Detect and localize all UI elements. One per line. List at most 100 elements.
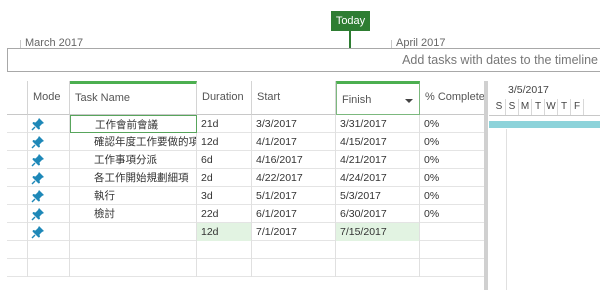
mode-cell[interactable] [28,115,70,133]
task-name-cell[interactable] [70,259,197,277]
finish-cell[interactable] [336,241,420,259]
table-row[interactable]: 各工作開始規劃細項 2d 4/22/2017 4/24/2017 0% [7,169,487,187]
day-header: T [558,99,571,115]
column-header-task-name[interactable]: Task Name [70,81,197,115]
finish-cell[interactable]: 4/24/2017 [336,169,420,187]
task-name-cell[interactable] [70,241,197,259]
table-row[interactable]: 工作事項分派 6d 4/16/2017 4/21/2017 0% [7,151,487,169]
table-row[interactable]: 12d 7/1/2017 7/15/2017 [7,223,487,241]
finish-cell[interactable]: 4/15/2017 [336,133,420,151]
timeline-placeholder: Add tasks with dates to the timeline [402,53,598,67]
mode-cell[interactable] [28,259,70,277]
complete-cell[interactable]: 0% [420,205,487,223]
column-header-complete[interactable]: % Complete [420,81,487,115]
complete-cell[interactable]: 0% [420,169,487,187]
day-header: W [545,99,558,115]
manual-schedule-pin-icon [31,189,45,203]
complete-cell[interactable] [420,241,487,259]
gantt-chart: 3/5/2017 SSMTWTF [489,81,600,290]
start-cell[interactable]: 5/1/2017 [252,187,336,205]
start-cell[interactable]: 7/1/2017 [252,223,336,241]
column-header-finish[interactable]: Finish [336,81,420,115]
mode-cell[interactable] [28,187,70,205]
project-summary-bar[interactable] [489,121,600,128]
complete-cell[interactable] [420,223,487,241]
duration-cell[interactable]: 6d [197,151,252,169]
task-name-cell[interactable]: 檢討 [70,205,197,223]
duration-cell[interactable] [197,259,252,277]
manual-schedule-pin-icon [31,153,45,167]
complete-cell[interactable]: 0% [420,133,487,151]
month-tick [20,40,21,48]
complete-cell[interactable]: 0% [420,187,487,205]
row-header [7,115,28,133]
chevron-down-icon[interactable] [405,99,413,103]
duration-cell[interactable]: 3d [197,187,252,205]
task-name-cell[interactable] [70,223,197,241]
manual-schedule-pin-icon [31,117,45,131]
row-header [7,151,28,169]
task-name-cell[interactable]: 執行 [70,187,197,205]
row-header [7,133,28,151]
table-row[interactable] [7,259,487,277]
start-cell[interactable] [252,259,336,277]
duration-cell[interactable]: 21d [197,115,252,133]
chart-week-date: 3/5/2017 [508,84,549,96]
row-header-corner [7,81,28,115]
start-cell[interactable]: 4/1/2017 [252,133,336,151]
table-row[interactable]: 工作會前會議 21d 3/3/2017 3/31/2017 0% [7,115,487,133]
row-header [7,259,28,277]
manual-schedule-pin-icon [31,171,45,185]
table-row[interactable] [7,241,487,259]
complete-cell[interactable]: 0% [420,115,487,133]
mode-cell[interactable] [28,133,70,151]
mode-cell[interactable] [28,205,70,223]
finish-cell[interactable]: 6/30/2017 [336,205,420,223]
mode-cell[interactable] [28,151,70,169]
table-row[interactable]: 執行 3d 5/1/2017 5/3/2017 0% [7,187,487,205]
column-header-mode[interactable]: Mode [28,81,70,115]
finish-cell[interactable]: 3/31/2017 [336,115,420,133]
today-marker: Today [331,11,370,31]
task-name-cell[interactable]: 各工作開始規劃細項 [70,169,197,187]
start-cell[interactable]: 3/3/2017 [252,115,336,133]
day-header: S [493,99,506,115]
complete-cell[interactable] [420,259,487,277]
mode-cell[interactable] [28,223,70,241]
finish-cell[interactable] [336,259,420,277]
task-grid: Mode Task Name Duration Start Finish % C… [7,81,487,290]
column-header-duration[interactable]: Duration [197,81,252,115]
start-cell[interactable]: 4/16/2017 [252,151,336,169]
timeline-bar[interactable]: Add tasks with dates to the timeline [7,48,600,72]
chart-gridline [506,129,507,290]
row-header [7,223,28,241]
mode-cell[interactable] [28,169,70,187]
task-name-cell[interactable]: 確認年度工作要做的項目 [70,133,197,151]
manual-schedule-pin-icon [31,225,45,239]
pane-splitter[interactable] [484,81,488,290]
task-name-cell[interactable]: 工作會前會議 [70,115,197,133]
month-tick [391,40,392,48]
duration-cell[interactable] [197,241,252,259]
mode-cell[interactable] [28,241,70,259]
finish-cell[interactable]: 5/3/2017 [336,187,420,205]
column-header-start[interactable]: Start [252,81,336,115]
table-row[interactable]: 檢討 22d 6/1/2017 6/30/2017 0% [7,205,487,223]
row-header [7,205,28,223]
table-row[interactable]: 確認年度工作要做的項目12d4/1/20174/15/20170% [7,133,487,151]
duration-cell[interactable]: 22d [197,205,252,223]
column-header-finish-label: Finish [342,94,372,106]
start-cell[interactable] [252,241,336,259]
duration-cell[interactable]: 12d [197,133,252,151]
duration-cell[interactable]: 12d [197,223,252,241]
finish-cell[interactable]: 4/21/2017 [336,151,420,169]
task-name-cell[interactable]: 工作事項分派 [70,151,197,169]
duration-cell[interactable]: 2d [197,169,252,187]
complete-cell[interactable]: 0% [420,151,487,169]
row-header [7,241,28,259]
finish-cell[interactable]: 7/15/2017 [336,223,420,241]
chart-header-divider [489,115,600,116]
day-header: T [532,99,545,115]
start-cell[interactable]: 4/22/2017 [252,169,336,187]
start-cell[interactable]: 6/1/2017 [252,205,336,223]
